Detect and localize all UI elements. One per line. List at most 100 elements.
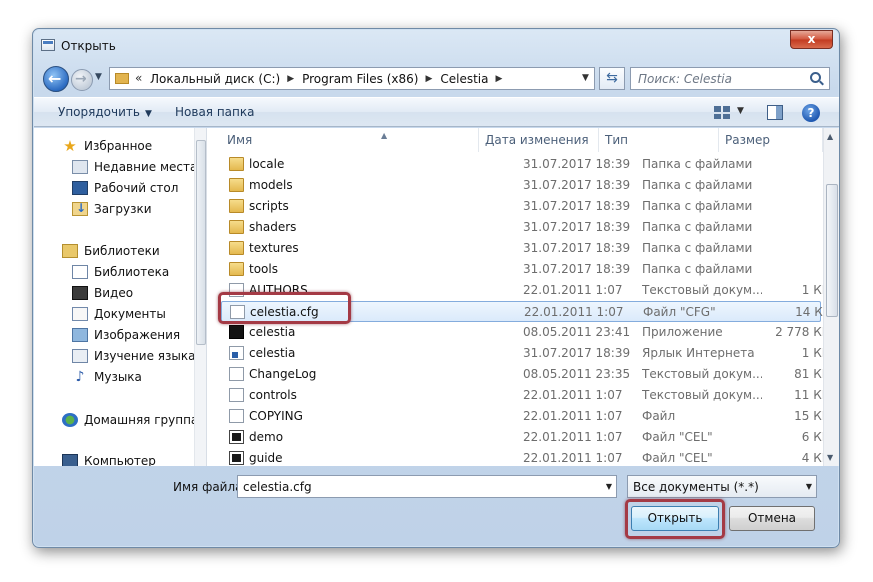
text-file-icon [229,367,244,381]
address-bar[interactable]: « Локальный диск (C:) ▶ Program Files (x… [109,67,595,90]
file-name: scripts [249,199,289,213]
view-dropdown[interactable]: ▼ [737,106,744,116]
recent-pages-dropdown[interactable]: ▼ [95,72,102,82]
sidebar-item-video[interactable]: Видео [72,286,133,300]
dialog-title: Открыть [61,39,116,53]
file-row[interactable]: ChangeLog 08.05.2011 23:35 Текстовый докум… [221,364,830,385]
column-header-name[interactable]: Имя ▲ [221,128,479,152]
file-type: Папка с файлами [642,178,753,192]
breadcrumb-celestia[interactable]: Celestia [440,72,488,86]
file-date: 31.07.2017 18:39 [523,178,631,192]
file-size: 14 КБ [795,305,831,319]
file-row[interactable]: COPYING 22.01.2011 1:07 Файл 15 КБ [221,406,830,427]
sidebar-item-images[interactable]: Изображения [72,328,180,342]
sidebar-item-homegroup[interactable]: Домашняя группа [62,413,198,427]
column-header-date[interactable]: Дата изменения [479,128,599,152]
sidebar-item-computer[interactable]: Компьютер [62,454,156,466]
chevron-down-icon[interactable]: ▼ [606,482,612,491]
file-row[interactable]: guide 22.01.2011 1:07 Файл "CEL" 4 КБ [221,448,830,466]
file-row[interactable]: celestia 31.07.2017 18:39 Ярлык Интернета 1… [221,343,830,364]
view-options-icon[interactable] [714,106,730,119]
file-type: Папка с файлами [642,157,753,171]
sidebar-item-music[interactable]: ♪ Музыка [72,370,142,384]
navigation-pane: ★Избранное Недавние места Рабочий стол З… [34,128,207,466]
sidebar-item-recent[interactable]: Недавние места [72,160,197,174]
new-folder-button[interactable]: Новая папка [175,105,254,119]
filetype-select[interactable]: Все документы (*.*) ▼ [627,475,817,498]
help-icon[interactable]: ? [802,104,820,122]
file-name: textures [249,241,299,255]
chevron-right-icon[interactable]: ▶ [495,74,502,84]
file-list: Имя ▲ Дата изменения Тип Размер locale 31.… [221,128,839,466]
cancel-button[interactable]: Отмена [729,506,815,531]
file-size: 81 КБ [794,367,830,381]
file-name: shaders [249,220,297,234]
file-date: 31.07.2017 18:39 [523,199,631,213]
sidebar-item-desktop[interactable]: Рабочий стол [72,181,178,195]
file-row[interactable]: AUTHORS 22.01.2011 1:07 Текстовый докум...… [221,280,830,301]
breadcrumb-program-files[interactable]: Program Files (x86) [302,72,418,86]
column-header-type[interactable]: Тип [599,128,719,152]
open-button[interactable]: Открыть [631,506,719,531]
cel-file-icon [229,430,244,444]
computer-icon [62,454,78,466]
file-row[interactable]: controls 22.01.2011 1:07 Текстовый докум..… [221,385,830,406]
sidebar-item-downloads[interactable]: Загрузки [72,201,152,216]
file-row[interactable]: shaders 31.07.2017 18:39 Папка с файлами [221,217,821,238]
forward-button[interactable] [71,69,93,91]
organize-button[interactable]: Упорядочить ▼ [58,105,152,119]
sidebar-item-libraries[interactable]: Библиотеки [62,244,160,258]
content-area: ★Избранное Недавние места Рабочий стол З… [34,128,839,466]
file-name: celestia.cfg [250,305,319,319]
file-row[interactable]: scripts 31.07.2017 18:39 Папка с файлами [221,196,821,217]
sidebar-item-documents[interactable]: Документы [72,307,166,321]
homegroup-icon [62,413,78,427]
file-list-scrollbar[interactable]: ▲ ▼ [823,128,839,466]
back-button[interactable] [43,66,69,92]
address-prefix[interactable]: « [135,71,142,85]
close-button[interactable]: x [790,30,833,49]
file-icon [229,409,244,423]
filename-value: celestia.cfg [243,480,312,494]
chevron-right-icon[interactable]: ▶ [287,74,294,84]
scroll-down-icon[interactable]: ▼ [827,453,833,462]
sidebar-item-library[interactable]: Библиотека [72,265,169,279]
file-row[interactable]: models 31.07.2017 18:39 Папка с файлами [221,175,821,196]
breadcrumb-drive[interactable]: Локальный диск (C:) [150,72,280,86]
file-row[interactable]: textures 31.07.2017 18:39 Папка с файлами [221,238,821,259]
file-name: locale [249,157,285,171]
column-header-size[interactable]: Размер [719,128,823,152]
file-row[interactable]: locale 31.07.2017 18:39 Папка с файлами [221,154,821,175]
folder-icon [115,73,129,84]
file-row[interactable]: celestia.cfg 22.01.2011 1:07 Файл "CFG" 14 … [221,301,831,322]
chevron-right-icon[interactable]: ▶ [425,74,432,84]
file-row[interactable]: tools 31.07.2017 18:39 Папка с файлами [221,259,821,280]
text-file-icon [229,388,244,402]
title-bar[interactable]: Открыть x [33,29,839,61]
filename-field[interactable]: celestia.cfg ▼ [237,475,617,498]
search-input[interactable]: Поиск: Celestia [630,67,830,90]
sidebar-item-favorites[interactable]: ★ Избранное [62,139,152,154]
sidebar-item-language[interactable]: Изучение языка [72,349,195,363]
refresh-button[interactable]: ⇆ [599,67,625,90]
navigation-scrollbar[interactable] [194,128,206,466]
address-dropdown[interactable]: ▼ [576,68,594,89]
folder-icon [229,199,244,213]
file-row[interactable]: demo 22.01.2011 1:07 Файл "CEL" 6 КБ [221,427,830,448]
preview-pane-icon[interactable] [767,105,783,120]
folder-icon [229,241,244,255]
filetype-value: Все документы (*.*) [633,480,759,494]
file-date: 31.07.2017 18:39 [523,157,631,171]
scrollbar-thumb[interactable] [196,140,206,345]
scrollbar-thumb[interactable] [826,184,838,317]
file-date: 22.01.2011 1:07 [523,283,623,297]
chevron-down-icon[interactable]: ▼ [806,482,812,491]
file-size: 1 КБ [801,346,830,360]
desktop-icon [72,181,88,195]
file-name: ChangeLog [249,367,317,381]
file-row[interactable]: celestia 08.05.2011 23:41 Приложение 2 778 … [221,322,830,343]
scroll-up-icon[interactable]: ▲ [827,132,833,141]
search-icon[interactable] [810,72,821,83]
toolbar: Упорядочить ▼ Новая папка ▼ ? [34,97,839,127]
file-date: 31.07.2017 18:39 [523,262,631,276]
